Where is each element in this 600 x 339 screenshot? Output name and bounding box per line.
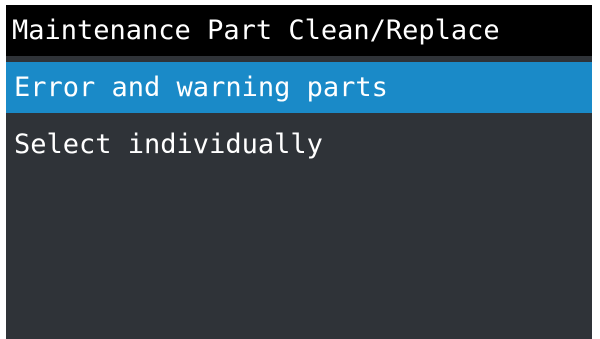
menu-item-error-and-warning-parts[interactable]: Error and warning parts — [6, 62, 592, 113]
menu-list: Error and warning parts Select individua… — [6, 62, 592, 176]
lcd-screen: Maintenance Part Clean/Replace Error and… — [6, 5, 592, 339]
menu-item-select-individually[interactable]: Select individually — [6, 119, 592, 170]
screen-title: Maintenance Part Clean/Replace — [6, 5, 592, 56]
